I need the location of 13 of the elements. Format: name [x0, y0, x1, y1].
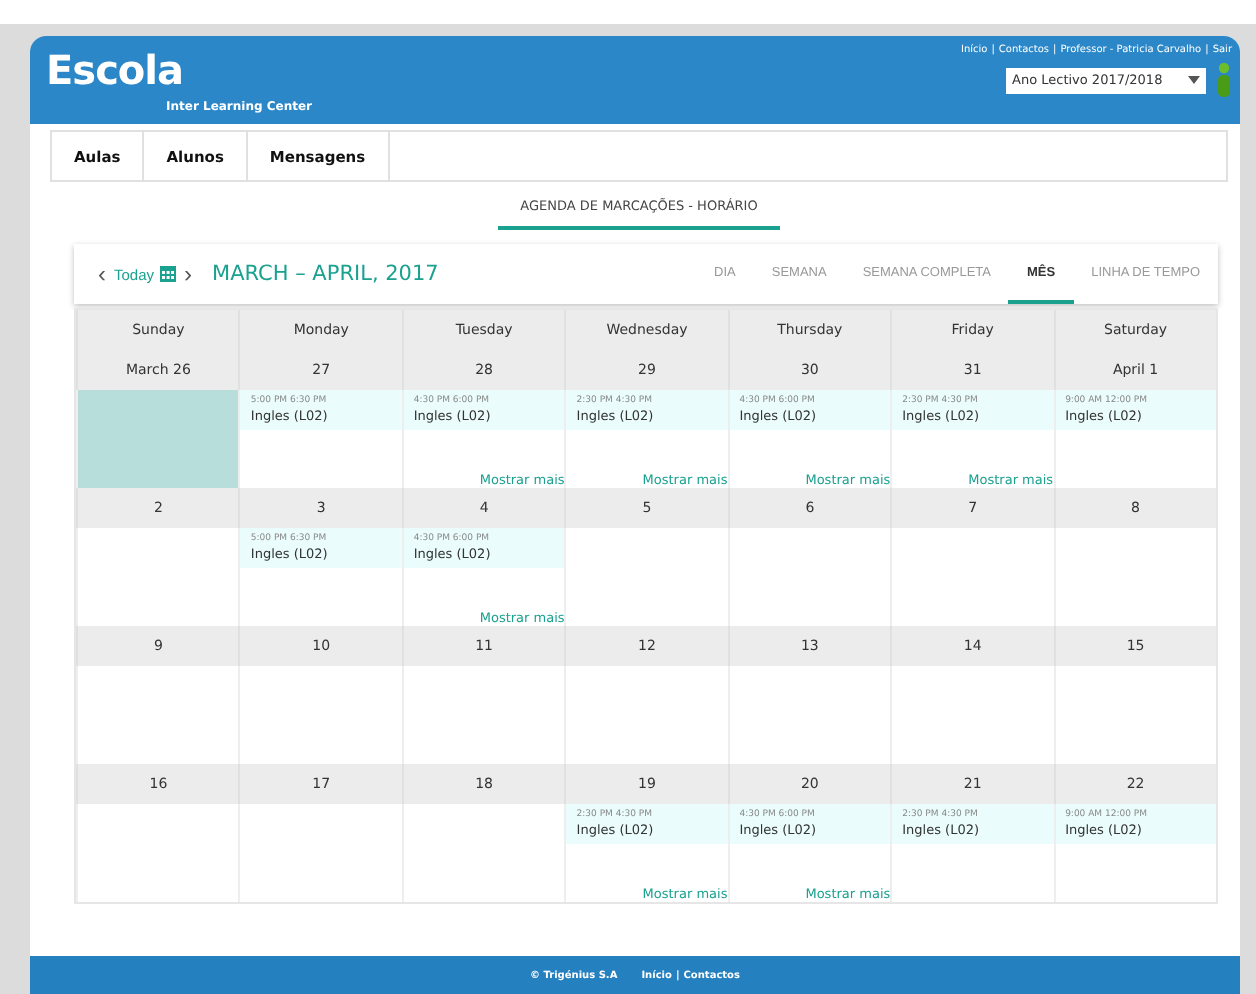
- next-button[interactable]: ›: [180, 260, 197, 288]
- date-range: MARCH – APRIL, 2017: [212, 262, 441, 286]
- prev-button[interactable]: ‹: [94, 260, 110, 288]
- day-cell[interactable]: [76, 390, 239, 488]
- day-cell[interactable]: [401, 804, 565, 902]
- day-cell[interactable]: [401, 666, 565, 764]
- person-icon: [1216, 62, 1232, 98]
- caret-icon: [1188, 76, 1200, 84]
- day-cell[interactable]: [76, 528, 239, 626]
- day-cell[interactable]: [76, 666, 239, 764]
- calendar-icon: [160, 266, 177, 282]
- day-cell[interactable]: [76, 804, 239, 902]
- logo: Escola: [46, 48, 186, 92]
